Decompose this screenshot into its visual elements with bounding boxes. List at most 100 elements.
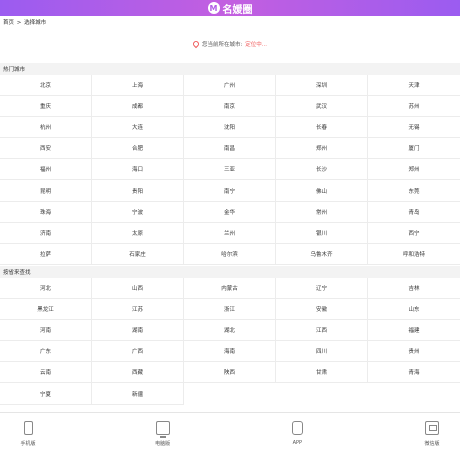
- breadcrumb: 首页 > 选择城市: [3, 18, 47, 26]
- city-link[interactable]: 上海: [92, 75, 184, 97]
- hot-cities-grid: 北京 上海 广州 深圳 天津 重庆 成都 南京 武汉 苏州 杭州 大连 沈阳 长春 无锡 西安 合肥 南昌 郑州 厦门…: [0, 75, 460, 265]
- city-link[interactable]: 北京: [0, 75, 92, 97]
- province-link[interactable]: 江苏: [92, 299, 184, 321]
- city-link[interactable]: 东莞: [368, 180, 460, 202]
- top-header: M 名媛圈: [0, 0, 460, 16]
- province-link[interactable]: 新疆: [92, 383, 184, 405]
- province-link[interactable]: 湖北: [184, 320, 276, 342]
- current-location: 您当前所在城市: 定位中...: [0, 39, 460, 49]
- city-link[interactable]: 兰州: [184, 222, 276, 244]
- hot-cities-title: 热门城市: [0, 63, 460, 75]
- city-link[interactable]: 南昌: [184, 138, 276, 160]
- city-link[interactable]: 常州: [276, 201, 368, 223]
- city-link[interactable]: 太原: [92, 222, 184, 244]
- province-link[interactable]: 内蒙古: [184, 278, 276, 300]
- city-link[interactable]: 西安: [0, 138, 92, 160]
- city-link[interactable]: 珠海: [0, 201, 92, 223]
- city-link[interactable]: 济南: [0, 222, 92, 244]
- city-link[interactable]: 杭州: [0, 117, 92, 139]
- province-link[interactable]: 山东: [368, 299, 460, 321]
- city-link[interactable]: 昆明: [0, 180, 92, 202]
- provinces-grid: 河北 山西 内蒙古 辽宁 吉林黑龙江 江苏 浙江 安徽 山东河南 湖南 湖北 江西 福建广东 广西 海南 四川…: [0, 278, 460, 405]
- city-link[interactable]: 拉萨: [0, 243, 92, 265]
- province-link[interactable]: 四川: [276, 341, 368, 363]
- city-link[interactable]: 青岛: [368, 202, 460, 223]
- province-link[interactable]: 河南: [0, 320, 92, 342]
- city-link[interactable]: 银川: [276, 222, 368, 244]
- provinces-title: 按省来查找: [0, 266, 460, 278]
- city-link[interactable]: 大连: [92, 117, 184, 139]
- province-link[interactable]: 云南: [0, 362, 92, 384]
- wechat-icon: [424, 421, 439, 435]
- province-link[interactable]: 山西: [92, 278, 184, 300]
- location-prefix: 您当前所在城市:: [201, 42, 243, 48]
- footer-wechat-label: 微信版: [424, 441, 440, 447]
- city-link[interactable]: 福州: [0, 159, 92, 181]
- province-link[interactable]: 甘肃: [276, 362, 368, 384]
- city-link[interactable]: 郑州: [276, 138, 368, 160]
- computer-icon: [155, 421, 170, 438]
- city-link[interactable]: 宁波: [92, 201, 184, 223]
- footer-desktop[interactable]: 电脑版: [143, 413, 183, 460]
- footer-app[interactable]: APP: [277, 413, 317, 460]
- breadcrumb-separator: >: [16, 20, 22, 26]
- city-link[interactable]: 石家庄: [92, 243, 184, 265]
- city-link[interactable]: 天津: [368, 75, 460, 97]
- province-link[interactable]: 陕西: [184, 362, 276, 384]
- province-link[interactable]: 西藏: [92, 362, 184, 384]
- footer-app-label: APP: [292, 440, 303, 446]
- province-link[interactable]: 青海: [368, 362, 460, 384]
- breadcrumb-home[interactable]: 首页: [3, 20, 14, 26]
- city-link[interactable]: 西宁: [368, 223, 460, 244]
- province-link[interactable]: 福建: [368, 320, 460, 342]
- city-link[interactable]: 金华: [184, 201, 276, 223]
- province-link[interactable]: 广东: [0, 341, 92, 363]
- city-link[interactable]: 广州: [184, 75, 276, 97]
- city-link[interactable]: 重庆: [0, 96, 92, 118]
- city-link[interactable]: 南宁: [184, 180, 276, 202]
- province-link[interactable]: 安徽: [276, 299, 368, 321]
- footer-desktop-label: 电脑版: [155, 441, 171, 447]
- province-link[interactable]: 吉林: [368, 278, 460, 300]
- city-link[interactable]: 佛山: [276, 180, 368, 202]
- footer-mobile[interactable]: 手机版: [8, 413, 48, 460]
- city-link[interactable]: 海口: [92, 159, 184, 181]
- city-link[interactable]: 长春: [276, 117, 368, 139]
- city-link[interactable]: 南京: [184, 96, 276, 118]
- province-link[interactable]: 辽宁: [276, 278, 368, 300]
- province-link[interactable]: 湖南: [92, 320, 184, 342]
- province-link[interactable]: 宁夏: [0, 383, 92, 405]
- province-link[interactable]: 浙江: [184, 299, 276, 321]
- province-link[interactable]: 江西: [276, 320, 368, 342]
- city-link[interactable]: 无锡: [368, 117, 460, 139]
- city-link[interactable]: 长沙: [276, 159, 368, 181]
- city-link[interactable]: 郑州: [368, 159, 460, 181]
- province-link[interactable]: 广西: [92, 341, 184, 363]
- app-icon: [291, 421, 303, 435]
- city-link[interactable]: 哈尔滨: [184, 243, 276, 265]
- footer-wechat[interactable]: 微信版: [412, 413, 452, 460]
- city-link[interactable]: 厦门: [368, 138, 460, 160]
- city-link[interactable]: 苏州: [368, 96, 460, 118]
- city-link[interactable]: 成都: [92, 96, 184, 118]
- province-link[interactable]: 黑龙江: [0, 299, 92, 321]
- province-link[interactable]: 河北: [0, 278, 92, 300]
- city-link[interactable]: 武汉: [276, 96, 368, 118]
- phone-icon: [23, 421, 33, 435]
- city-link[interactable]: 深圳: [276, 75, 368, 97]
- province-link[interactable]: 贵州: [368, 341, 460, 363]
- city-link[interactable]: 沈阳: [184, 117, 276, 139]
- logo-badge-icon: M: [207, 2, 220, 14]
- logo-text: 名媛圈: [222, 4, 253, 16]
- footer-mobile-label: 手机版: [20, 441, 36, 447]
- city-link[interactable]: 呼和浩特: [368, 244, 460, 265]
- province-link[interactable]: 海南: [184, 341, 276, 363]
- city-link[interactable]: 贵阳: [92, 180, 184, 202]
- location-pin-icon: [191, 39, 201, 49]
- footer-nav: 手机版 电脑版 APP 微信版: [0, 412, 460, 460]
- city-link[interactable]: 乌鲁木齐: [276, 243, 368, 265]
- city-link[interactable]: 合肥: [92, 138, 184, 160]
- location-status: 定位中...: [245, 42, 268, 48]
- site-logo[interactable]: M 名媛圈: [207, 1, 253, 16]
- city-link[interactable]: 三亚: [184, 159, 276, 181]
